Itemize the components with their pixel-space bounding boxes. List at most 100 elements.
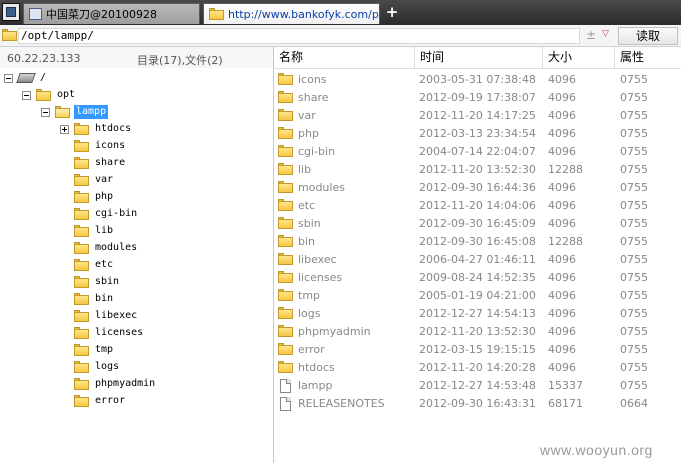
folder-icon (74, 174, 89, 186)
file-row[interactable]: modules 2012-09-30 16:44:36 4096 0755 (274, 179, 681, 197)
tree-node[interactable]: error (74, 393, 127, 409)
file-name: phpmyadmin (298, 325, 371, 338)
tree-node-label: tmp (95, 344, 114, 355)
file-row[interactable]: phpmyadmin 2012-11-20 13:52:30 4096 0755 (274, 323, 681, 341)
file-name: tmp (298, 289, 321, 302)
path-field[interactable] (18, 28, 580, 44)
tree-node[interactable]: etc (74, 257, 115, 273)
tree-node[interactable]: opt (22, 87, 77, 103)
folder-icon (278, 109, 293, 121)
file-size: 4096 (548, 91, 576, 104)
file-row[interactable]: lampp 2012-12-27 14:53:48 15337 0755 (274, 377, 681, 395)
file-row[interactable]: RELEASENOTES 2012-09-30 16:43:31 68171 0664 (274, 395, 681, 413)
column-size[interactable]: 大小 (543, 47, 615, 68)
folder-icon (74, 293, 89, 305)
folder-icon (278, 181, 293, 193)
file-size: 4096 (548, 361, 576, 374)
column-attr[interactable]: 属性 (615, 47, 681, 68)
file-row[interactable]: share 2012-09-19 17:38:07 4096 0755 (274, 89, 681, 107)
file-row[interactable]: sbin 2012-09-30 16:45:09 4096 0755 (274, 215, 681, 233)
folder-icon (278, 163, 293, 175)
file-row[interactable]: cgi-bin 2004-07-14 22:04:07 4096 0755 (274, 143, 681, 161)
tree-node-label: share (95, 157, 126, 168)
file-row[interactable]: etc 2012-11-20 14:04:06 4096 0755 (274, 197, 681, 215)
file-time: 2012-09-30 16:43:31 (419, 397, 536, 410)
tree-node-label: error (95, 395, 126, 406)
tree-node[interactable]: php (74, 189, 115, 205)
folder-icon (209, 8, 224, 20)
file-row[interactable]: htdocs 2012-11-20 14:20:28 4096 0755 (274, 359, 681, 377)
file-attr: 0755 (620, 343, 648, 356)
file-attr: 0755 (620, 379, 648, 392)
new-tab-button[interactable]: + (385, 4, 399, 20)
column-time[interactable]: 时间 (415, 47, 543, 68)
tree-node[interactable]: phpmyadmin (74, 376, 157, 392)
tree-node[interactable]: htdocs (60, 121, 133, 137)
tab-label: 中国菜刀@20100928 (46, 8, 157, 21)
file-attr: 0755 (620, 307, 648, 320)
file-time: 2012-09-30 16:44:36 (419, 181, 536, 194)
tree-node[interactable]: var (74, 172, 115, 188)
file-row[interactable]: bin 2012-09-30 16:45:08 12288 0755 (274, 233, 681, 251)
folder-icon (74, 208, 89, 220)
tree-node-label: php (95, 191, 114, 202)
file-time: 2005-01-19 04:21:00 (419, 289, 536, 302)
column-name[interactable]: 名称 (274, 47, 415, 68)
file-attr: 0755 (620, 73, 648, 86)
file-row[interactable]: tmp 2005-01-19 04:21:00 4096 0755 (274, 287, 681, 305)
tree-node[interactable]: share (74, 155, 127, 171)
file-time: 2012-11-20 13:52:30 (419, 163, 536, 176)
expand-icon[interactable] (60, 124, 69, 134)
folder-icon (278, 127, 293, 139)
folder-icon (278, 343, 293, 355)
tab-caidao[interactable]: 中国菜刀@20100928 (23, 3, 200, 24)
plus-minus-icon[interactable]: ± (586, 28, 596, 42)
file-time: 2012-11-20 13:52:30 (419, 325, 536, 338)
chevron-down-icon[interactable]: ▽ (602, 29, 609, 39)
tree-node[interactable]: logs (74, 359, 121, 375)
read-button[interactable]: 读取 (618, 27, 678, 45)
file-name: share (298, 91, 329, 104)
folder-icon (74, 140, 89, 152)
tree-node[interactable]: lampp (41, 104, 109, 120)
path-input[interactable] (21, 29, 577, 43)
file-name: libexec (298, 253, 337, 266)
file-time: 2012-11-20 14:20:28 (419, 361, 536, 374)
tree-node[interactable]: bin (74, 291, 115, 307)
server-ip: 60.22.23.133 (7, 52, 81, 65)
file-attr: 0755 (620, 217, 648, 230)
file-row[interactable]: lib 2012-11-20 13:52:30 12288 0755 (274, 161, 681, 179)
collapse-icon[interactable] (22, 90, 31, 100)
collapse-icon[interactable] (4, 73, 13, 83)
tree-node[interactable]: icons (74, 138, 127, 154)
file-row[interactable]: error 2012-03-15 19:15:15 4096 0755 (274, 341, 681, 359)
tree-node[interactable]: lib (74, 223, 115, 239)
tree-node[interactable]: modules (74, 240, 139, 256)
app-menu-icon[interactable] (2, 3, 20, 21)
file-attr: 0755 (620, 253, 648, 266)
folder-icon (278, 271, 293, 283)
file-name: etc (298, 199, 316, 212)
tree-node[interactable]: sbin (74, 274, 121, 290)
tree-node[interactable]: licenses (74, 325, 145, 341)
tab-label: http://www.bankofyk.com/pl... (228, 7, 380, 21)
file-size: 4096 (548, 127, 576, 140)
file-row[interactable]: icons 2003-05-31 07:38:48 4096 0755 (274, 71, 681, 89)
tab-file-manager[interactable]: http://www.bankofyk.com/pl... (203, 3, 380, 24)
file-row[interactable]: php 2012-03-13 23:34:54 4096 0755 (274, 125, 681, 143)
collapse-icon[interactable] (41, 107, 50, 117)
tree-node-label: cgi-bin (95, 208, 138, 219)
folder-icon (74, 344, 89, 356)
file-row[interactable]: var 2012-11-20 14:17:25 4096 0755 (274, 107, 681, 125)
file-row[interactable]: licenses 2009-08-24 14:52:35 4096 0755 (274, 269, 681, 287)
file-row[interactable]: logs 2012-12-27 14:54:13 4096 0755 (274, 305, 681, 323)
tree-node[interactable]: / (4, 70, 48, 86)
folder-icon (278, 145, 293, 157)
tree-node[interactable]: cgi-bin (74, 206, 139, 222)
tree-node[interactable]: tmp (74, 342, 115, 358)
file-icon (280, 397, 291, 411)
file-name: licenses (298, 271, 343, 284)
file-row[interactable]: libexec 2006-04-27 01:46:11 4096 0755 (274, 251, 681, 269)
file-attr: 0664 (620, 397, 648, 410)
tree-node[interactable]: libexec (74, 308, 139, 324)
